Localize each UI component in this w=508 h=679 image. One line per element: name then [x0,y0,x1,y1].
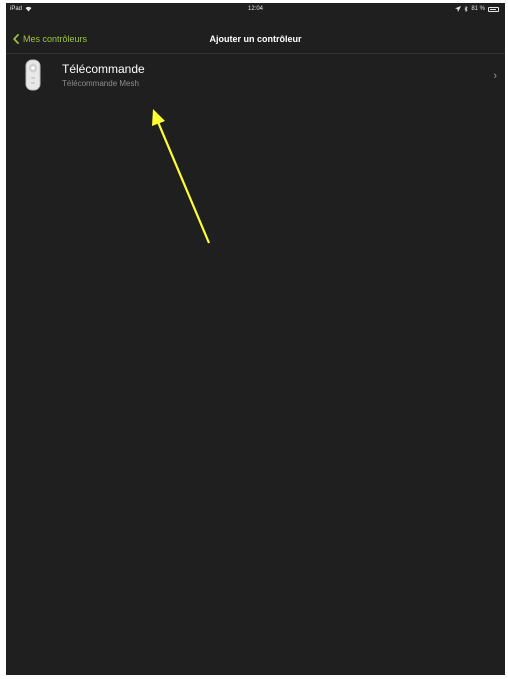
status-time: 12:04 [247,6,263,12]
status-bar: iPad 12:04 81 % [6,3,505,17]
list-item-subtitle: Télécommande Mesh [62,79,139,88]
battery-percentage: 81 % [471,6,485,12]
remote-control-icon [25,59,41,91]
navigation-bar: Mes contrôleurs Ajouter un contrôleur [6,17,505,54]
chevron-right-icon: › [493,70,497,82]
bluetooth-icon [464,6,468,12]
page-title: Ajouter un contrôleur [209,34,302,44]
status-right: 81 % [455,6,499,12]
location-arrow-icon [455,6,462,12]
battery-icon [488,6,499,12]
list-item-title: Télécommande [62,62,145,76]
list-item[interactable]: Télécommande Télécommande Mesh › [6,54,505,100]
battery-fill [490,8,496,10]
app-screen: iPad 12:04 81 % Mes contrôleurs Ajouter … [6,3,505,675]
